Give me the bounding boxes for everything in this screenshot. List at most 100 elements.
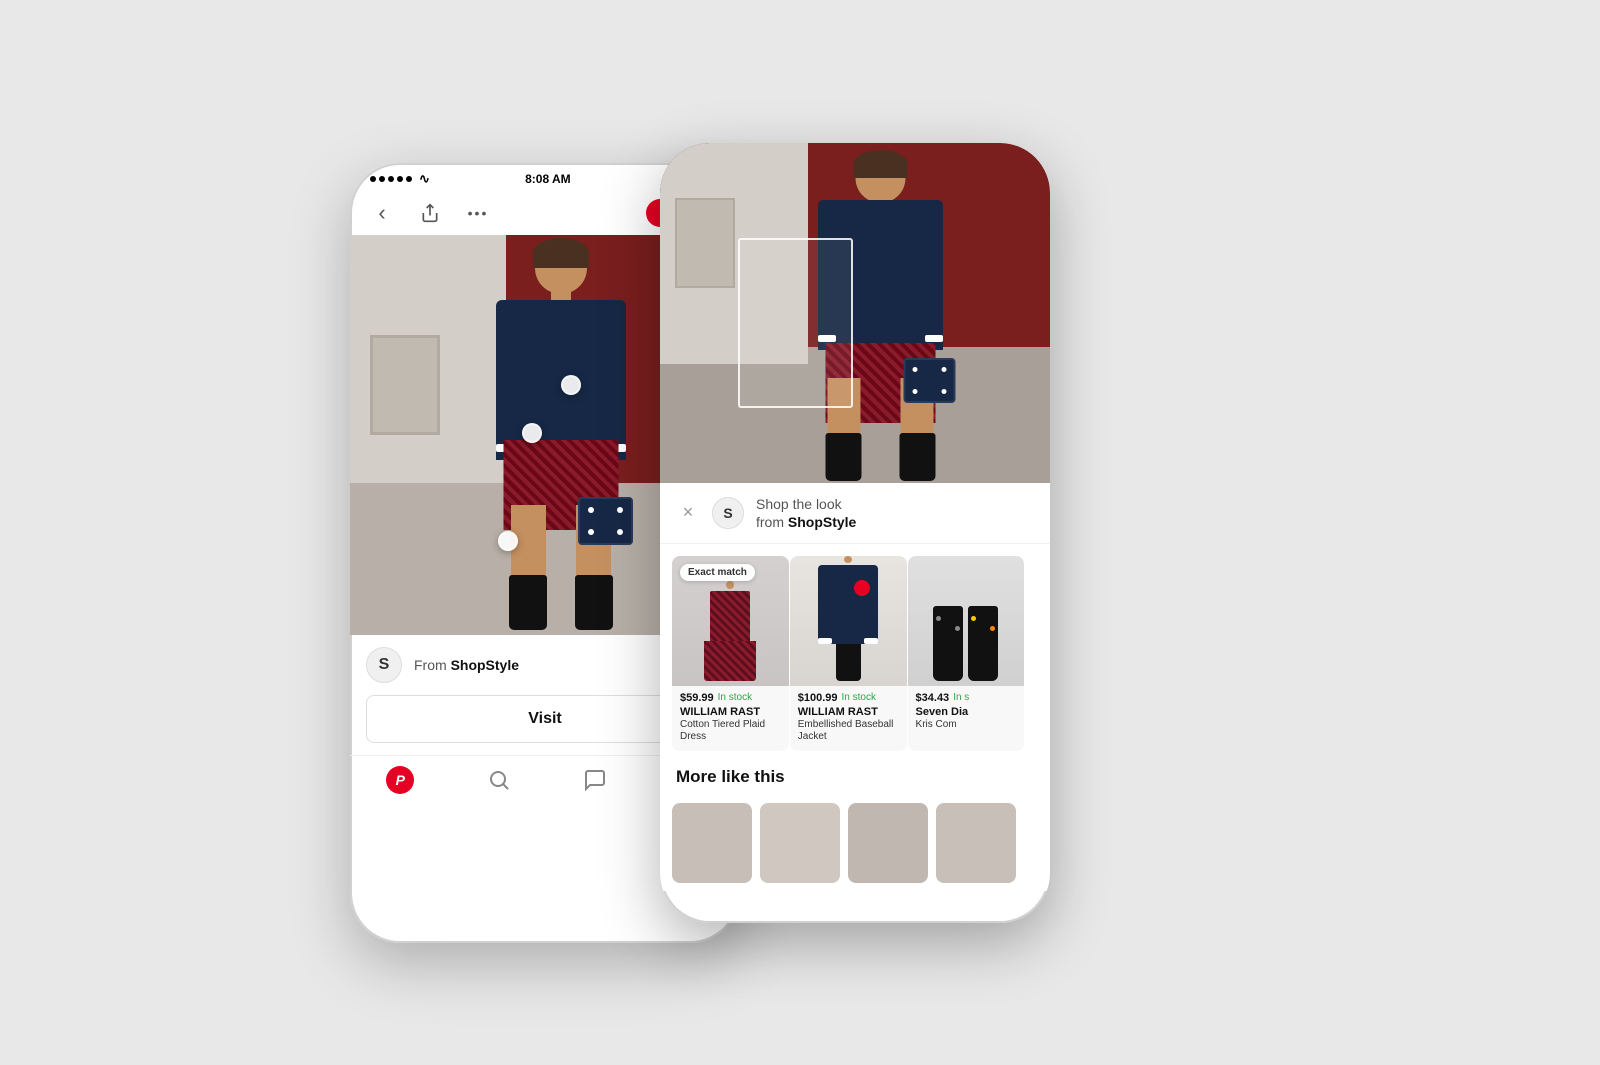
more-like-this-section: More like this [660, 763, 1050, 795]
dot [617, 529, 623, 535]
product-price-2: $100.99 [798, 692, 838, 704]
close-button[interactable]: × [676, 502, 700, 523]
product-info-2: $100.99 In stock WILLIAM RAST Embellishe… [790, 686, 907, 751]
source-name: ShopStyle [451, 657, 519, 673]
signal-dot-4 [397, 176, 403, 182]
products-row: Exact match $59.99 [660, 544, 1050, 763]
source-logo: S [366, 647, 402, 683]
j-stripe-r [864, 638, 878, 644]
tab-messages[interactable] [583, 768, 607, 792]
dot [617, 507, 623, 513]
shop-from-text: from [756, 514, 784, 530]
hotspot-1[interactable] [561, 375, 581, 395]
bag-right [904, 358, 956, 403]
pinterest-icon: P [386, 766, 414, 794]
product-name-1: Cotton Tiered Plaid Dress [680, 719, 781, 743]
boot-l [826, 433, 862, 481]
dress-body [710, 591, 750, 641]
signal-dot-1 [370, 176, 376, 182]
product-stock-2: In stock [842, 692, 876, 703]
shop-title: Shop the look from ShopStyle [756, 495, 856, 531]
product-card-1[interactable]: Exact match $59.99 [672, 556, 789, 751]
hair-right [854, 150, 908, 178]
more-thumb-3[interactable] [848, 803, 928, 883]
dot [588, 507, 594, 513]
bg-window [370, 335, 440, 435]
back-button[interactable]: ‹ [366, 197, 398, 229]
exact-match-badge: Exact match [680, 564, 755, 581]
shop-logo-text: S [723, 505, 732, 521]
patch [854, 580, 870, 596]
product-info-3: $34.43 In s Seven Dia Kris Com [908, 686, 1025, 739]
shop-the-look-text: Shop the look [756, 496, 842, 512]
signal-dot-2 [379, 176, 385, 182]
tab-home[interactable]: P [386, 766, 414, 794]
source-info: From ShopStyle [414, 657, 519, 673]
product-price-row-3: $34.43 In s [916, 692, 1017, 704]
photo-top-right [660, 143, 1050, 483]
tab-search[interactable] [487, 768, 511, 792]
message-icon [583, 768, 607, 792]
more-thumb-4[interactable] [936, 803, 1016, 883]
product-card-3[interactable]: $34.43 In s Seven Dia Kris Com [908, 556, 1025, 751]
more-thumb-1[interactable] [672, 803, 752, 883]
product-name-2: Embellished Baseball Jacket [798, 719, 899, 743]
hair [533, 238, 589, 268]
shop-logo: S [712, 497, 744, 529]
exact-match-text: Exact match [688, 567, 747, 578]
dress-skirt [704, 641, 756, 681]
jacket-pants [836, 644, 861, 681]
person-figure [481, 240, 641, 635]
jacket-illustration [818, 556, 878, 686]
stud2 [955, 626, 960, 631]
hotspot-3[interactable] [498, 531, 518, 551]
stud4 [990, 626, 995, 631]
boot-r [900, 433, 936, 481]
window-right [675, 198, 735, 288]
jacket-head [844, 556, 852, 563]
bag [578, 497, 633, 545]
wifi-icon: ∿ [419, 171, 430, 187]
hotspot-2[interactable] [522, 423, 542, 443]
boots-pair [933, 606, 998, 681]
jacket [496, 300, 626, 460]
shop-panel: × S Shop the look from ShopStyle [660, 483, 1050, 892]
dot-r2 [942, 367, 947, 372]
status-time: 8:08 AM [525, 172, 571, 186]
product-price-3: $34.43 [916, 692, 950, 704]
signal-dot-3 [388, 176, 394, 182]
shop-header: × S Shop the look from ShopStyle [660, 483, 1050, 544]
more-like-title: More like this [676, 767, 1034, 787]
product-card-2[interactable]: $100.99 In stock WILLIAM RAST Embellishe… [790, 556, 907, 751]
dot-r1 [913, 367, 918, 372]
stud1 [936, 616, 941, 621]
product-price-row: $59.99 In stock [680, 692, 781, 704]
share-icon [420, 203, 440, 223]
boot-left-prod [933, 606, 963, 681]
boot-right [575, 575, 613, 630]
product-img-3 [908, 556, 1025, 686]
product-price-1: $59.99 [680, 692, 714, 704]
dot-r4 [942, 389, 947, 394]
product-brand-3: Seven Dia [916, 706, 1017, 719]
signal-dot-5 [406, 176, 412, 182]
j-stripe-l [818, 638, 832, 644]
shop-name: ShopStyle [788, 514, 856, 530]
product-name-3: Kris Com [916, 719, 1017, 731]
jacket-body [818, 565, 878, 644]
product-img-2 [790, 556, 907, 686]
product-stock-3: In s [953, 692, 969, 703]
stud3 [971, 616, 976, 621]
head-right [856, 153, 906, 203]
product-brand-2: WILLIAM RAST [798, 706, 899, 719]
selection-overlay [738, 238, 853, 408]
search-icon [487, 768, 511, 792]
share-button[interactable] [414, 197, 446, 229]
stripe-right [925, 335, 943, 342]
head [535, 242, 587, 294]
dress-head [726, 581, 734, 589]
boot-right-prod [968, 606, 998, 681]
boot-left [509, 575, 547, 630]
more-button[interactable]: ••• [462, 197, 494, 229]
more-thumb-2[interactable] [760, 803, 840, 883]
